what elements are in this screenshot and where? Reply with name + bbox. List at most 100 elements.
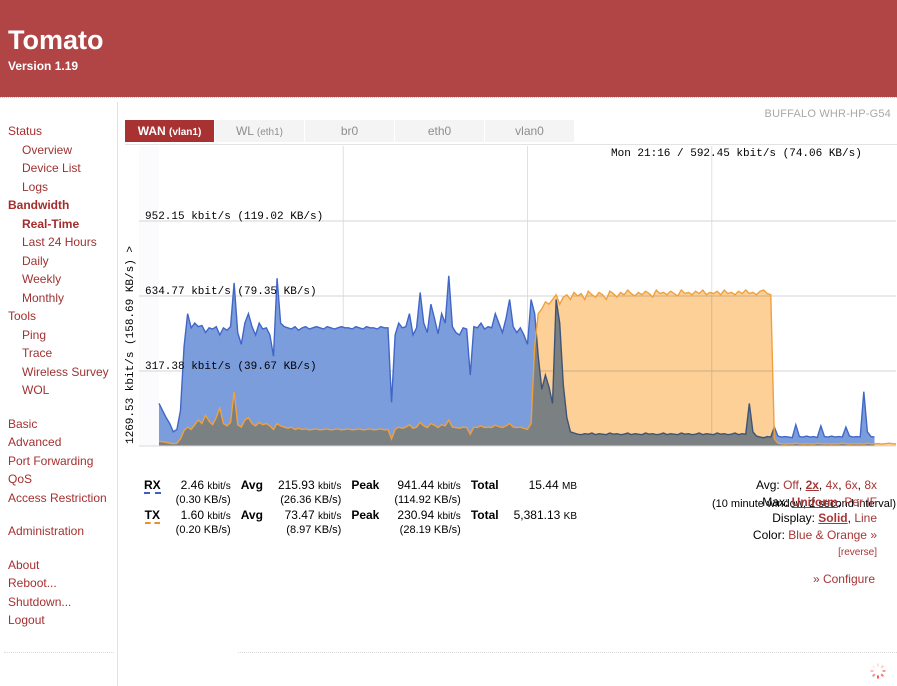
stats-avg-subvalue: (26.36 KB/s) [280, 494, 342, 506]
bandwidth-chart: 952.15 kbit/s (119.02 KB/s) 634.77 kbit/s… [121, 146, 896, 510]
tab-sublabel: (eth1) [256, 127, 284, 138]
stats-peak-label: Peak [351, 508, 380, 522]
tab-vlan0[interactable]: vlan0 [485, 120, 575, 142]
option-row-display: Display: Solid, Line [753, 510, 877, 527]
option-display-label: Display: [772, 511, 815, 525]
stats-peak-number: 230.94 [397, 508, 435, 522]
sidebar-item-tools[interactable]: Tools [0, 307, 117, 326]
sidebar-item-access-restriction[interactable]: Access Restriction [0, 489, 117, 508]
chart-y-axis-title: 1269.53 kbit/s (158.69 KB/s) > [125, 246, 137, 444]
stats-current-value: 1.60 kbit/s [171, 507, 236, 523]
sidebar-item-device-list[interactable]: Device List [0, 159, 117, 178]
stats-spacer [509, 493, 582, 507]
sidebar-item-logout[interactable]: Logout [0, 611, 117, 630]
sidebar-item-weekly[interactable]: Weekly [0, 270, 117, 289]
sidebar-item-bandwidth[interactable]: Bandwidth [0, 196, 117, 215]
stats-spacer [236, 523, 273, 537]
stats-row-secondary: (0.30 KB/s) (26.36 KB/s) (114.92 KB/s) [139, 493, 582, 507]
sidebar-item-about[interactable]: About [0, 556, 117, 575]
sidebar-item-trace[interactable]: Trace [0, 344, 117, 363]
option-avg-2x[interactable]: 2x [806, 478, 819, 492]
option-max-uniform[interactable]: Uniform [792, 495, 838, 509]
bandwidth-stats-table: RX 2.46 kbit/s Avg 215.93 kbit/s Peak 941.44 … [139, 477, 582, 537]
sidebar-item-ping[interactable]: Ping [0, 326, 117, 345]
content-bottom-divider [238, 652, 897, 654]
option-avg-8x[interactable]: 8x [864, 478, 877, 492]
sidebar-item-reboot[interactable]: Reboot... [0, 574, 117, 593]
sidebar-item-wol[interactable]: WOL [0, 381, 117, 400]
configure-link[interactable]: » Configure [813, 572, 875, 586]
sidebar-item-logs[interactable]: Logs [0, 178, 117, 197]
chart-options-panel: Avg: Off, 2x, 4x, 6x, 8x Max: Uniform, P… [753, 477, 877, 562]
sidebar-item-daily[interactable]: Daily [0, 252, 117, 271]
option-avg-6x[interactable]: 6x [845, 478, 858, 492]
option-max-per-if[interactable]: Per IF [844, 495, 877, 509]
stats-avg-label: Avg [240, 508, 263, 522]
sidebar-item-last-24-hours[interactable]: Last 24 Hours [0, 233, 117, 252]
sidebar-item-status[interactable]: Status [0, 122, 117, 141]
stats-current-number: 1.60 [180, 508, 205, 522]
option-avg-choices: Off, 2x, 4x, 6x, 8x [783, 478, 877, 492]
stats-spacer [346, 523, 389, 537]
stats-avg-label: Avg [240, 478, 263, 492]
stats-spacer [466, 493, 509, 507]
stats-current-number: 2.46 [180, 478, 205, 492]
stats-peak-subvalue: (28.19 KB/s) [399, 524, 461, 536]
option-display-solid[interactable]: Solid [818, 511, 847, 525]
tab-wl[interactable]: WL (eth1) [215, 120, 305, 142]
tab-eth0[interactable]: eth0 [395, 120, 485, 142]
stats-total-unit: KB [563, 511, 577, 522]
sidebar-item-advanced[interactable]: Advanced [0, 433, 117, 452]
tab-wan[interactable]: WAN (vlan1) [125, 120, 215, 142]
option-color-value[interactable]: Blue & Orange » [788, 528, 877, 542]
option-max-label: Max: [762, 494, 789, 509]
stats-peak-label: Peak [351, 478, 380, 492]
sidebar-item-real-time[interactable]: Real-Time [0, 215, 117, 234]
stats-direction-label: RX [144, 478, 161, 494]
option-display-line[interactable]: Line [854, 511, 877, 525]
configure-area: » Configure [813, 572, 875, 586]
option-row-color: Color: Blue & Orange » [753, 527, 877, 544]
sidebar-item-shutdown[interactable]: Shutdown... [0, 593, 117, 612]
stats-current-unit: kbit/s [207, 511, 231, 522]
stats-total-label: Total [470, 508, 499, 522]
stats-row-label: RX [139, 477, 171, 507]
tab-label: vlan0 [515, 124, 544, 138]
sidebar-item-port-forwarding[interactable]: Port Forwarding [0, 452, 117, 471]
stats-avg-number: 215.93 [277, 478, 315, 492]
router-model-label: BUFFALO WHR-HP-G54 [764, 108, 891, 120]
stats-row: TX 1.60 kbit/s Avg 73.47 kbit/s Peak 230.94 k… [139, 507, 582, 524]
stats-peak-number: 941.44 [397, 478, 435, 492]
tab-br0[interactable]: br0 [305, 120, 395, 142]
option-reverse-link[interactable]: [reverse] [838, 547, 877, 558]
stats-direction-label: TX [144, 508, 160, 524]
option-color-label: Color: [752, 527, 785, 542]
sidebar-nav: Status Overview Device List Logs Bandwidth Re… [0, 102, 118, 686]
stats-total-number: 15.44 [528, 478, 559, 492]
app-title: Tomato [8, 25, 104, 55]
sidebar-group-spacer [0, 400, 117, 415]
sidebar-item-basic[interactable]: Basic [0, 415, 117, 434]
stats-current-unit: kbit/s [207, 481, 231, 492]
stats-avg-number: 73.47 [284, 508, 315, 522]
sidebar-item-administration[interactable]: Administration [0, 522, 117, 541]
option-avg-off[interactable]: Off [783, 478, 799, 492]
sidebar-item-monthly[interactable]: Monthly [0, 289, 117, 308]
stats-total-label: Total [470, 478, 499, 492]
stats-peak-subvalue: (114.92 KB/s) [394, 494, 461, 506]
app-header: Tomato Version 1.19 [0, 0, 897, 100]
sidebar-item-qos[interactable]: QoS [0, 470, 117, 489]
page-body: Status Overview Device List Logs Bandwidth Re… [0, 102, 897, 686]
option-row-avg: Avg: Off, 2x, 4x, 6x, 8x [753, 477, 877, 494]
stats-avg-unit: kbit/s [317, 481, 342, 492]
option-avg-4x[interactable]: 4x [826, 478, 839, 492]
bandwidth-chart-svg: 952.15 kbit/s (119.02 KB/s) 634.77 kbit/s… [125, 146, 896, 447]
tab-sublabel: (vlan1) [169, 127, 202, 138]
tab-label: WL [235, 124, 254, 138]
option-row-max: Max: Uniform, Per IF [753, 494, 877, 511]
stats-spacer [466, 523, 509, 537]
header-divider [0, 97, 897, 100]
sidebar-item-overview[interactable]: Overview [0, 141, 117, 160]
loading-spinner-icon [870, 663, 886, 679]
sidebar-item-wireless-survey[interactable]: Wireless Survey [0, 363, 117, 382]
